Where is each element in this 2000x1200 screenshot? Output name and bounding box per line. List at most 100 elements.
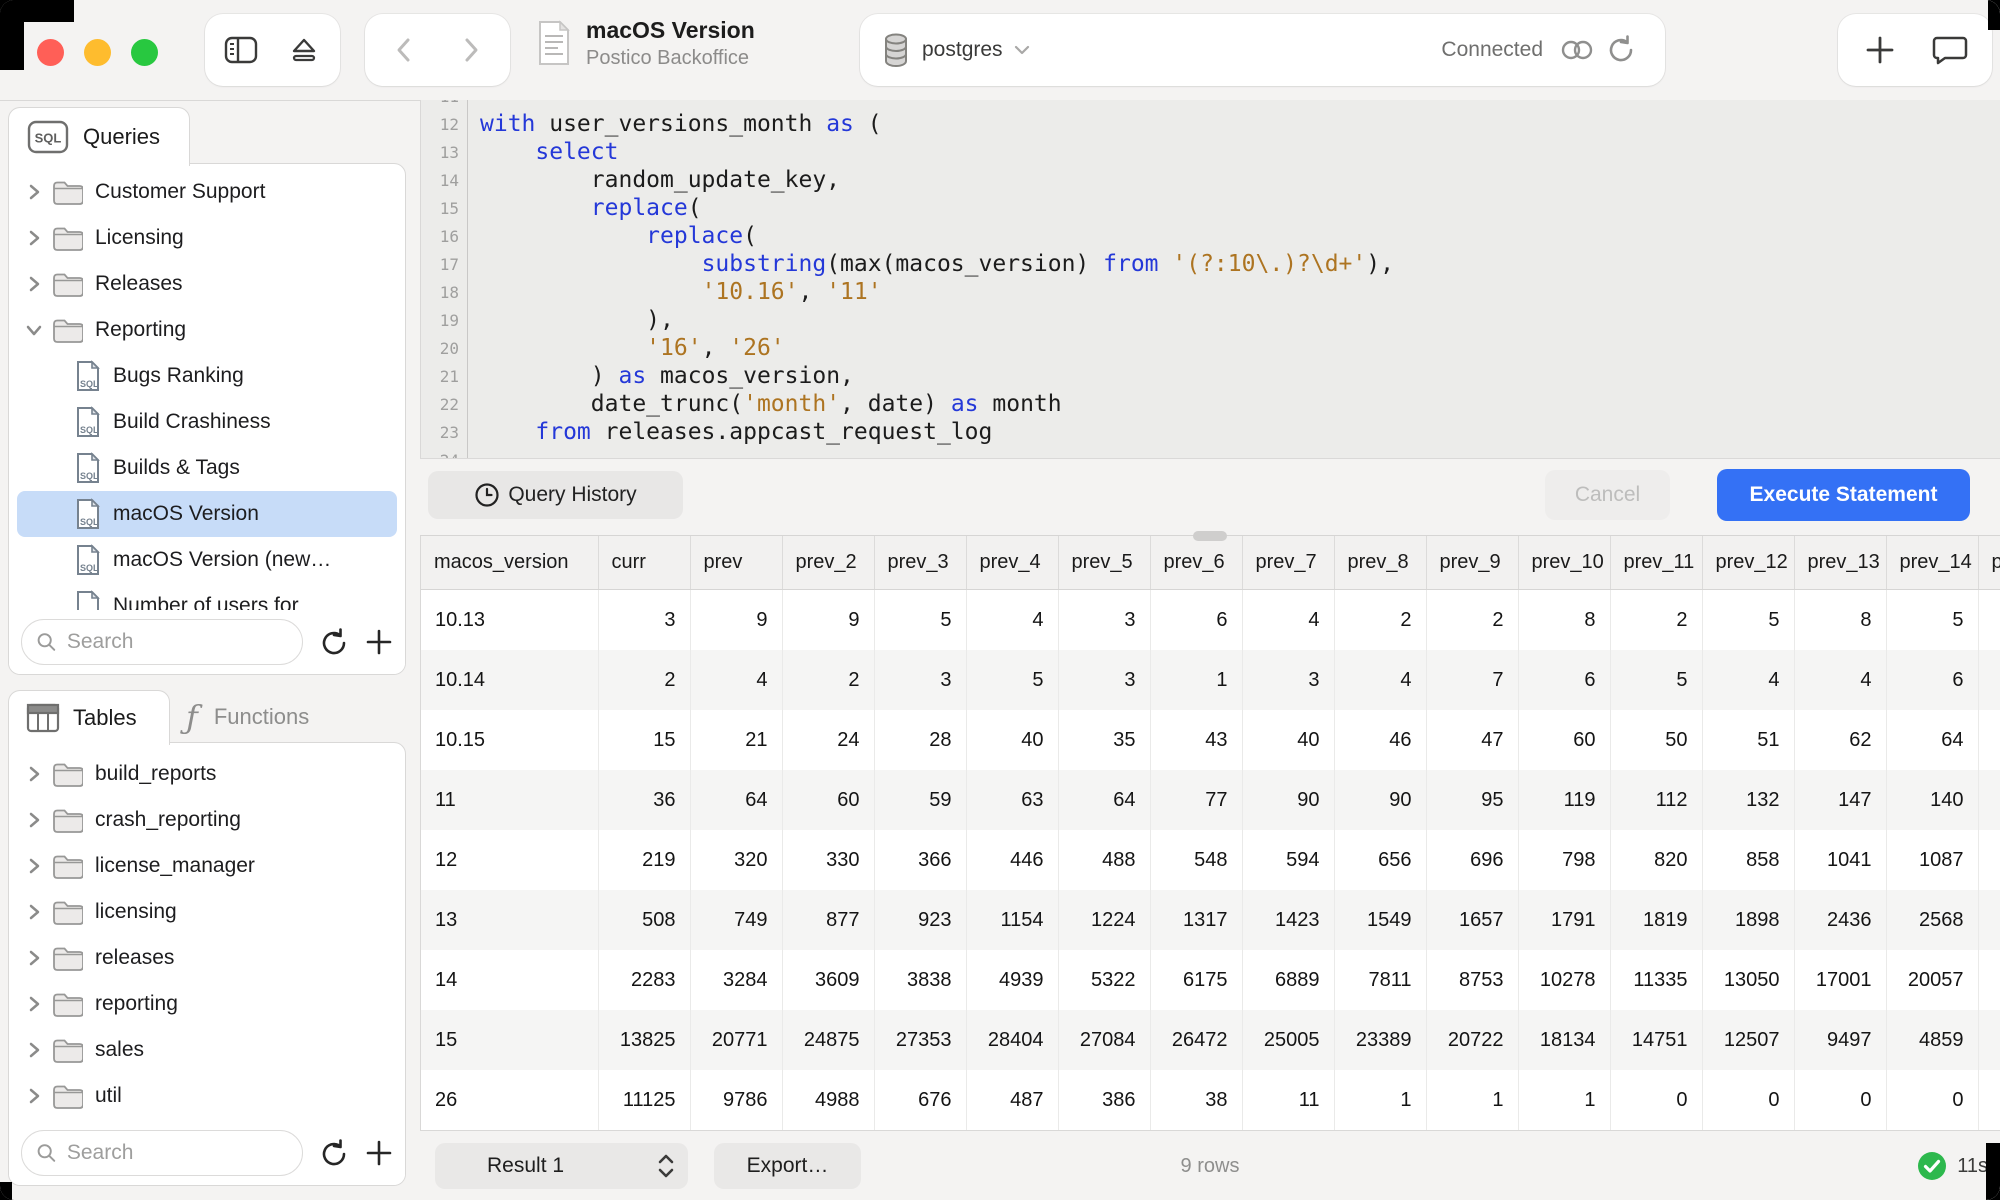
cell[interactable]: 63: [966, 770, 1058, 830]
cell[interactable]: 2: [598, 650, 690, 710]
chevron-right-icon[interactable]: [27, 1087, 41, 1105]
cell[interactable]: 3284: [690, 950, 782, 1010]
column-header-prev_4[interactable]: prev_4: [966, 536, 1058, 590]
cell[interactable]: 1791: [1518, 890, 1610, 950]
cell[interactable]: 14751: [1610, 1010, 1702, 1070]
database-icon[interactable]: [882, 32, 910, 68]
query-item-builds-tags[interactable]: SQLBuilds & Tags: [17, 445, 397, 491]
cell[interactable]: 749: [690, 890, 782, 950]
queries-search-input[interactable]: [65, 629, 288, 655]
cell[interactable]: 446: [966, 830, 1058, 890]
cell[interactable]: 40: [966, 710, 1058, 770]
cell[interactable]: 3: [1058, 650, 1150, 710]
cell[interactable]: 27353: [874, 1010, 966, 1070]
cell[interactable]: 1549: [1334, 890, 1426, 950]
cell[interactable]: 594: [1242, 830, 1334, 890]
cell[interactable]: 24: [782, 710, 874, 770]
cell[interactable]: 7811: [1334, 950, 1426, 1010]
cell[interactable]: 3: [598, 590, 690, 651]
schema-item-util[interactable]: util: [17, 1073, 397, 1119]
cell[interactable]: 6175: [1150, 950, 1242, 1010]
cancel-button[interactable]: Cancel: [1545, 470, 1670, 520]
cell[interactable]: 798: [1518, 830, 1610, 890]
cell[interactable]: 28: [874, 710, 966, 770]
cell[interactable]: 5322: [1058, 950, 1150, 1010]
cell[interactable]: 4: [1334, 650, 1426, 710]
cell[interactable]: 2: [1426, 590, 1518, 651]
cell[interactable]: 64: [1886, 710, 1978, 770]
cell[interactable]: 90: [1334, 770, 1426, 830]
schema-item-releases[interactable]: releases: [17, 935, 397, 981]
cell[interactable]: 1224: [1058, 890, 1150, 950]
cell[interactable]: 9786: [690, 1070, 782, 1130]
cell[interactable]: 3: [874, 650, 966, 710]
queries-refresh-button[interactable]: [319, 626, 349, 658]
cell[interactable]: 64: [1058, 770, 1150, 830]
cell[interactable]: 4: [966, 590, 1058, 651]
cell[interactable]: 1317: [1150, 890, 1242, 950]
cell[interactable]: 59: [874, 770, 966, 830]
zoom-window-button[interactable]: [131, 39, 158, 66]
forward-button[interactable]: [443, 20, 499, 80]
chevron-right-icon[interactable]: [27, 903, 41, 921]
column-header-prev_15[interactable]: prev_15: [1978, 536, 2000, 590]
cell[interactable]: 14: [421, 950, 598, 1010]
cell[interactable]: 10.15: [421, 710, 598, 770]
cell[interactable]: 62: [1794, 710, 1886, 770]
chevron-right-icon[interactable]: [27, 995, 41, 1013]
cell[interactable]: 4859: [1886, 1010, 1978, 1070]
cell[interactable]: 47: [1426, 710, 1518, 770]
minimize-window-button[interactable]: [84, 39, 111, 66]
tables-add-button[interactable]: [365, 1139, 393, 1167]
splitter-drag-handle[interactable]: [1193, 531, 1227, 541]
cell[interactable]: 5: [1610, 650, 1702, 710]
cell[interactable]: 4939: [966, 950, 1058, 1010]
feedback-button[interactable]: [1922, 20, 1978, 80]
chevron-right-icon[interactable]: [27, 229, 41, 247]
cell[interactable]: 676: [874, 1070, 966, 1130]
column-header-prev_11[interactable]: prev_11: [1610, 536, 1702, 590]
cell[interactable]: 4988: [782, 1070, 874, 1130]
cell[interactable]: 28404: [966, 1010, 1058, 1070]
cell[interactable]: 6: [1150, 590, 1242, 651]
cell[interactable]: 11: [1242, 1070, 1334, 1130]
cell[interactable]: 13: [421, 890, 598, 950]
column-header-prev_14[interactable]: prev_14: [1886, 536, 1978, 590]
cell[interactable]: 2436: [1794, 890, 1886, 950]
cell[interactable]: 12: [421, 830, 598, 890]
chevron-right-icon[interactable]: [27, 275, 41, 293]
cell[interactable]: 1087: [1886, 830, 1978, 890]
cell[interactable]: 38: [1150, 1070, 1242, 1130]
cell[interactable]: 20771: [690, 1010, 782, 1070]
cell[interactable]: 8: [1518, 590, 1610, 651]
cell[interactable]: 1819: [1610, 890, 1702, 950]
cell[interactable]: 8: [1794, 590, 1886, 651]
tab-functions[interactable]: ƒ Functions: [168, 690, 368, 744]
queries-search-field[interactable]: [21, 619, 303, 665]
tables-refresh-button[interactable]: [319, 1137, 349, 1169]
cell[interactable]: 119: [1518, 770, 1610, 830]
cell[interactable]: 15: [598, 710, 690, 770]
cell[interactable]: 8753: [1426, 950, 1518, 1010]
cell[interactable]: 219: [598, 830, 690, 890]
close-window-button[interactable]: [37, 39, 64, 66]
column-header-prev_13[interactable]: prev_13: [1794, 536, 1886, 590]
column-header-prev_2[interactable]: prev_2: [782, 536, 874, 590]
cell[interactable]: 50: [1610, 710, 1702, 770]
cell[interactable]: 25005: [1242, 1010, 1334, 1070]
chevron-right-icon[interactable]: [27, 949, 41, 967]
new-item-button[interactable]: [1852, 20, 1908, 80]
cell[interactable]: 1: [1518, 1070, 1610, 1130]
queries-add-button[interactable]: [365, 628, 393, 656]
cell[interactable]: 1: [1334, 1070, 1426, 1130]
query-item-releases[interactable]: Releases: [17, 261, 397, 307]
cell[interactable]: 548: [1150, 830, 1242, 890]
query-item-customer-support[interactable]: Customer Support: [17, 169, 397, 215]
cell[interactable]: 18134: [1518, 1010, 1610, 1070]
column-header-prev_8[interactable]: prev_8: [1334, 536, 1426, 590]
cell[interactable]: 27084: [1058, 1010, 1150, 1070]
column-header-prev_3[interactable]: prev_3: [874, 536, 966, 590]
cell[interactable]: 13825: [598, 1010, 690, 1070]
chevron-right-icon[interactable]: [27, 857, 41, 875]
cell[interactable]: 11125: [598, 1070, 690, 1130]
